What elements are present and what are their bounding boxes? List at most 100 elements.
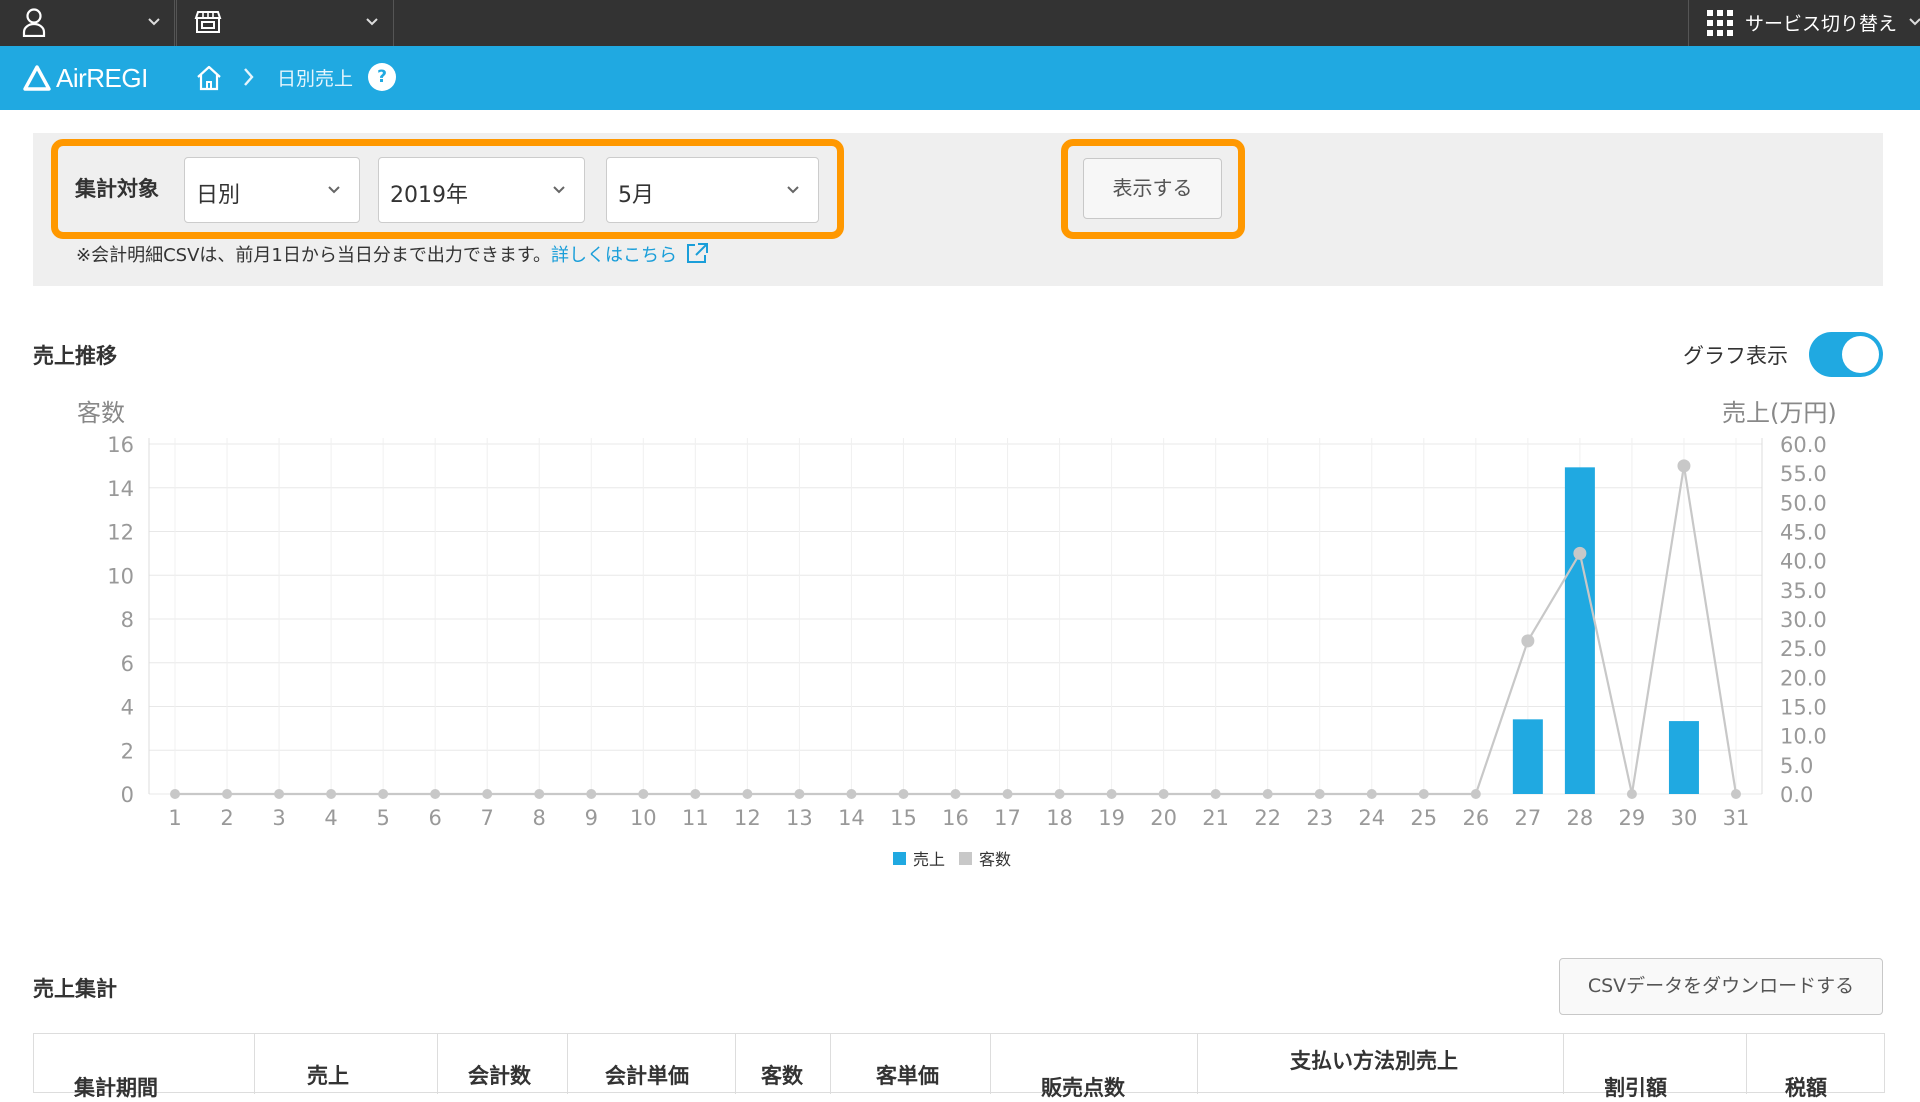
- customers-point: [274, 789, 285, 799]
- customers-point: [1626, 789, 1637, 799]
- sales-summary-title: 売上集計: [33, 977, 117, 1001]
- x-tick-label: 18: [1046, 806, 1073, 830]
- legend-label-customers: 客数: [979, 850, 1012, 869]
- x-tick-label: 20: [1150, 806, 1177, 830]
- y-left-tick-label: 8: [121, 608, 134, 632]
- col-avg-transaction: 会計単価: [568, 1034, 736, 1094]
- x-tick-label: 25: [1410, 806, 1437, 830]
- col-customers: 客数: [736, 1034, 831, 1094]
- y-right-tick-label: 40.0: [1780, 550, 1827, 574]
- customers-point: [690, 789, 701, 799]
- x-tick-label: 31: [1723, 806, 1750, 830]
- col-items: 販売点数: [991, 1034, 1198, 1100]
- y-left-tick-label: 0: [121, 783, 134, 807]
- y-right-tick-label: 55.0: [1780, 462, 1827, 486]
- x-tick-label: 3: [272, 806, 285, 830]
- x-tick-label: 8: [533, 806, 546, 830]
- customers-point: [378, 789, 389, 799]
- y-left-tick-label: 4: [121, 696, 134, 720]
- x-tick-label: 10: [630, 806, 657, 830]
- customers-point: [1521, 634, 1535, 648]
- x-tick-label: 23: [1306, 806, 1333, 830]
- y-right-tick-label: 20.0: [1780, 666, 1827, 690]
- x-tick-label: 29: [1619, 806, 1646, 830]
- customers-point: [430, 789, 441, 799]
- legend-item-sales[interactable]: 売上: [893, 846, 945, 870]
- col-sales: 売上: [255, 1034, 438, 1094]
- customers-point: [222, 789, 233, 799]
- x-tick-label: 22: [1254, 806, 1281, 830]
- csv-download-button[interactable]: CSVデータをダウンロードする: [1559, 958, 1883, 1015]
- customers-point: [1418, 789, 1429, 799]
- x-tick-label: 19: [1098, 806, 1125, 830]
- customers-point: [1158, 789, 1169, 799]
- y-right-tick-label: 0.0: [1780, 783, 1813, 807]
- legend-item-customers[interactable]: 客数: [959, 846, 1011, 870]
- customers-point: [1470, 789, 1481, 799]
- customers-point: [534, 789, 545, 799]
- y-right-tick-label: 50.0: [1780, 491, 1827, 515]
- x-tick-label: 9: [585, 806, 598, 830]
- y-right-tick-label: 35.0: [1780, 579, 1827, 603]
- customers-point: [170, 789, 181, 799]
- col-tax: 税額: [1785, 1076, 1827, 1100]
- customers-point: [1677, 459, 1691, 473]
- legend-swatch-customers: [959, 851, 973, 865]
- col-payment-method: 支払い方法別売上: [1198, 1034, 1564, 1094]
- customers-point: [1262, 789, 1273, 799]
- customers-point: [482, 789, 493, 799]
- customers-point: [1573, 546, 1587, 560]
- x-tick-label: 17: [994, 806, 1021, 830]
- customers-point: [1314, 789, 1325, 799]
- col-period: 集計期間: [34, 1034, 255, 1100]
- chart-legend: 売上 客数: [893, 846, 1025, 870]
- customers-point: [1730, 789, 1741, 799]
- x-tick-label: 15: [890, 806, 917, 830]
- x-tick-label: 5: [376, 806, 389, 830]
- customers-point: [794, 789, 805, 799]
- sales-bar: [1512, 719, 1543, 794]
- customers-point: [1002, 789, 1013, 799]
- y-left-tick-label: 10: [107, 564, 134, 588]
- sales-chart: 02468101214160.05.010.015.020.025.030.03…: [107, 433, 1827, 830]
- customers-point: [1054, 789, 1065, 799]
- x-tick-label: 21: [1202, 806, 1229, 830]
- x-tick-label: 16: [942, 806, 969, 830]
- x-tick-label: 1: [168, 806, 181, 830]
- customers-point: [742, 789, 753, 799]
- legend-label-sales: 売上: [913, 850, 946, 869]
- customers-point: [1210, 789, 1221, 799]
- x-tick-label: 27: [1514, 806, 1541, 830]
- customers-point: [950, 789, 961, 799]
- customers-point: [1366, 789, 1377, 799]
- y-left-tick-label: 6: [121, 652, 134, 676]
- col-discount: 割引額: [1564, 1034, 1747, 1100]
- y-right-tick-label: 10.0: [1780, 725, 1827, 749]
- x-tick-label: 26: [1462, 806, 1489, 830]
- x-tick-label: 13: [786, 806, 813, 830]
- y-right-tick-label: 60.0: [1780, 433, 1827, 457]
- x-tick-label: 14: [838, 806, 865, 830]
- x-tick-label: 4: [324, 806, 337, 830]
- y-left-tick-label: 2: [121, 739, 134, 763]
- x-tick-label: 28: [1567, 806, 1594, 830]
- x-tick-label: 7: [481, 806, 494, 830]
- x-tick-label: 30: [1671, 806, 1698, 830]
- y-right-tick-label: 5.0: [1780, 754, 1813, 778]
- y-left-tick-label: 12: [107, 521, 134, 545]
- y-right-tick-label: 15.0: [1780, 696, 1827, 720]
- y-left-tick-label: 14: [107, 477, 134, 501]
- legend-swatch-sales: [893, 851, 906, 865]
- x-tick-label: 11: [682, 806, 709, 830]
- sales-bar: [1668, 721, 1699, 794]
- col-avg-customer: 客単価: [831, 1034, 991, 1094]
- x-tick-label: 24: [1358, 806, 1385, 830]
- customers-point: [586, 789, 597, 799]
- y-left-tick-label: 16: [107, 433, 134, 457]
- x-tick-label: 2: [220, 806, 233, 830]
- customers-point: [898, 789, 909, 799]
- col-transactions: 会計数: [438, 1034, 568, 1094]
- customers-point: [326, 789, 337, 799]
- x-tick-label: 12: [734, 806, 761, 830]
- summary-table-header: 集計期間 売上 会計数 会計単価 客数 客単価 販売点数 支払い方法別売上 割引…: [33, 1033, 1885, 1100]
